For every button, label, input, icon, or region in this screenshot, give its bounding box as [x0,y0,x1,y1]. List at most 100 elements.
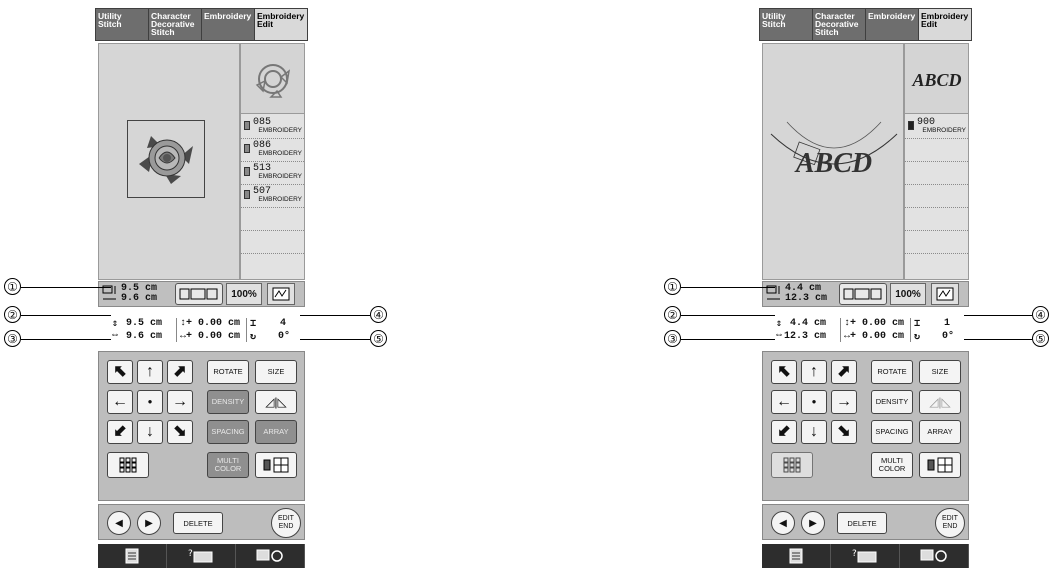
center-button[interactable]: ● [137,390,163,414]
move-up-button[interactable]: ↑ [801,360,827,384]
tab-utility-stitch[interactable]: Utility Stitch [96,9,148,40]
previous-button[interactable]: ◀ [107,511,131,535]
layout-button[interactable] [771,452,813,478]
thread-row[interactable]: 513 EMBROIDERY [241,162,304,185]
embroidery-work-area[interactable]: ABCD [762,43,904,280]
design-info-grid: ⇕ 4.4 cm ↕+ 0.00 cm ⌶ 1 ⇔ 12.3 cm ↔+ 0.0… [762,316,969,346]
move-up-left-button[interactable]: ⬉ [107,360,133,384]
multi-color-button[interactable]: MULTI COLOR [207,452,249,478]
next-button[interactable]: ▶ [137,511,161,535]
tab-character-decorative-stitch[interactable]: Character Decorative Stitch [149,9,201,40]
move-down-button[interactable]: ↓ [137,420,163,444]
move-down-left-button[interactable]: ⬋ [771,420,797,444]
machine-screen-right: Utility Stitch Character Decorative Stit… [759,8,972,568]
center-button[interactable]: ● [801,390,827,414]
density-button[interactable]: DENSITY [871,390,913,414]
delete-button[interactable]: DELETE [837,512,887,534]
stitch-preview-button[interactable] [931,283,959,305]
edit-end-button[interactable]: EDIT END [935,508,965,538]
move-right-button[interactable]: → [831,390,857,414]
move-down-right-button[interactable]: ⬊ [831,420,857,444]
callout-4-left: ④ [370,306,387,323]
mirror-button[interactable]: ◿|◺ [919,390,961,414]
callout-1-right: ① [664,278,681,295]
thread-palette-button[interactable] [255,452,297,478]
spacing-button[interactable]: SPACING [871,420,913,444]
pattern-explanation-button[interactable] [236,544,305,568]
multi-color-button[interactable]: MULTI COLOR [871,452,913,478]
info-height: 4.4 cm [790,318,827,329]
zoom-level: 100% [895,288,921,300]
tab-embroidery[interactable]: Embroidery [202,9,254,40]
move-down-button[interactable]: ↓ [801,420,827,444]
array-button[interactable]: ARRAY [919,420,961,444]
move-up-button[interactable]: ↑ [137,360,163,384]
move-down-right-button[interactable]: ⬊ [167,420,193,444]
design-selection-frame[interactable] [127,120,205,198]
tab-character-decorative-stitch[interactable]: Character Decorative Stitch [813,9,865,40]
tab-bar: Utility Stitch Character Decorative Stit… [759,8,972,41]
move-up-right-button[interactable]: ⬈ [831,360,857,384]
navigation-row: ◀ ▶ DELETE EDIT END [98,504,305,540]
info-horizontal-move: 0.00 cm [862,331,905,342]
settings-button[interactable] [98,544,167,568]
tab-embroidery-edit[interactable]: Embroidery Edit [919,9,971,40]
leader-line [300,339,370,340]
leader-line [300,315,370,316]
zoom-button[interactable]: 100% [890,283,926,305]
arc-text-design[interactable]: ABCD [767,114,901,194]
next-button[interactable]: ▶ [801,511,825,535]
thread-palette-button[interactable] [919,452,961,478]
size-button[interactable]: SIZE [255,360,297,384]
edit-end-button[interactable]: EDIT END [271,508,301,538]
embroidery-work-area[interactable] [98,43,240,280]
size-bar: 4.4 cm 12.3 cm 100% [762,281,969,307]
array-button[interactable]: ARRAY [255,420,297,444]
rotate-button[interactable]: ROTATE [207,360,249,384]
rose-design-icon [139,136,193,184]
size-button[interactable]: SIZE [919,360,961,384]
move-left-button[interactable]: ← [107,390,133,414]
size-width: 12.3 cm [785,293,828,304]
thread-row[interactable]: 085 EMBROIDERY [241,116,304,139]
tab-utility-stitch[interactable]: Utility Stitch [760,9,812,40]
left-right-icon: ↔+ [180,331,193,342]
thread-color-list: 900 EMBROIDERY [905,116,968,254]
zoom-button[interactable]: 100% [226,283,262,305]
rotate-button[interactable]: ROTATE [871,360,913,384]
thread-row[interactable]: 507 EMBROIDERY [241,185,304,208]
embroidery-frame-button[interactable] [839,283,887,305]
sewing-machine-icon [920,549,947,562]
info-color-count: 4 [280,318,287,329]
leader-line [21,315,111,316]
machine-screen-left: Utility Stitch Character Decorative Stit… [95,8,308,568]
settings-button[interactable] [762,544,831,568]
previous-button[interactable]: ◀ [771,511,795,535]
move-up-right-button[interactable]: ⬈ [167,360,193,384]
callout-5-right: ⑤ [1032,330,1049,347]
edit-panel: ⬉ ↑ ⬈ ← ● → ⬋ ↓ ⬊ ROTATE SIZE DENSITY ◿|… [98,351,305,501]
delete-button[interactable]: DELETE [173,512,223,534]
pattern-explanation-button[interactable] [900,544,969,568]
layout-button[interactable] [107,452,149,478]
thread-row[interactable]: 086 EMBROIDERY [241,139,304,162]
thread-row[interactable]: 900 EMBROIDERY [905,116,968,139]
size-bar: 9.5 cm 9.6 cm 100% [98,281,305,307]
mirror-button[interactable]: ◿|◺ [255,390,297,414]
move-right-button[interactable]: → [167,390,193,414]
move-left-button[interactable]: ← [771,390,797,414]
design-thumbnail: ABCD [905,44,968,114]
stitch-preview-button[interactable] [267,283,295,305]
abcd-thumbnail: ABCD [911,70,961,90]
move-down-left-button[interactable]: ⬋ [107,420,133,444]
move-up-left-button[interactable]: ⬉ [771,360,797,384]
density-button[interactable]: DENSITY [207,390,249,414]
help-button[interactable]: ? [167,544,236,568]
tab-embroidery[interactable]: Embroidery [866,9,918,40]
thread-count-icon: ⌶ [914,319,921,330]
divider [246,318,247,342]
spacing-button[interactable]: SPACING [207,420,249,444]
help-button[interactable]: ? [831,544,900,568]
tab-embroidery-edit[interactable]: Embroidery Edit [255,9,307,40]
embroidery-frame-button[interactable] [175,283,223,305]
